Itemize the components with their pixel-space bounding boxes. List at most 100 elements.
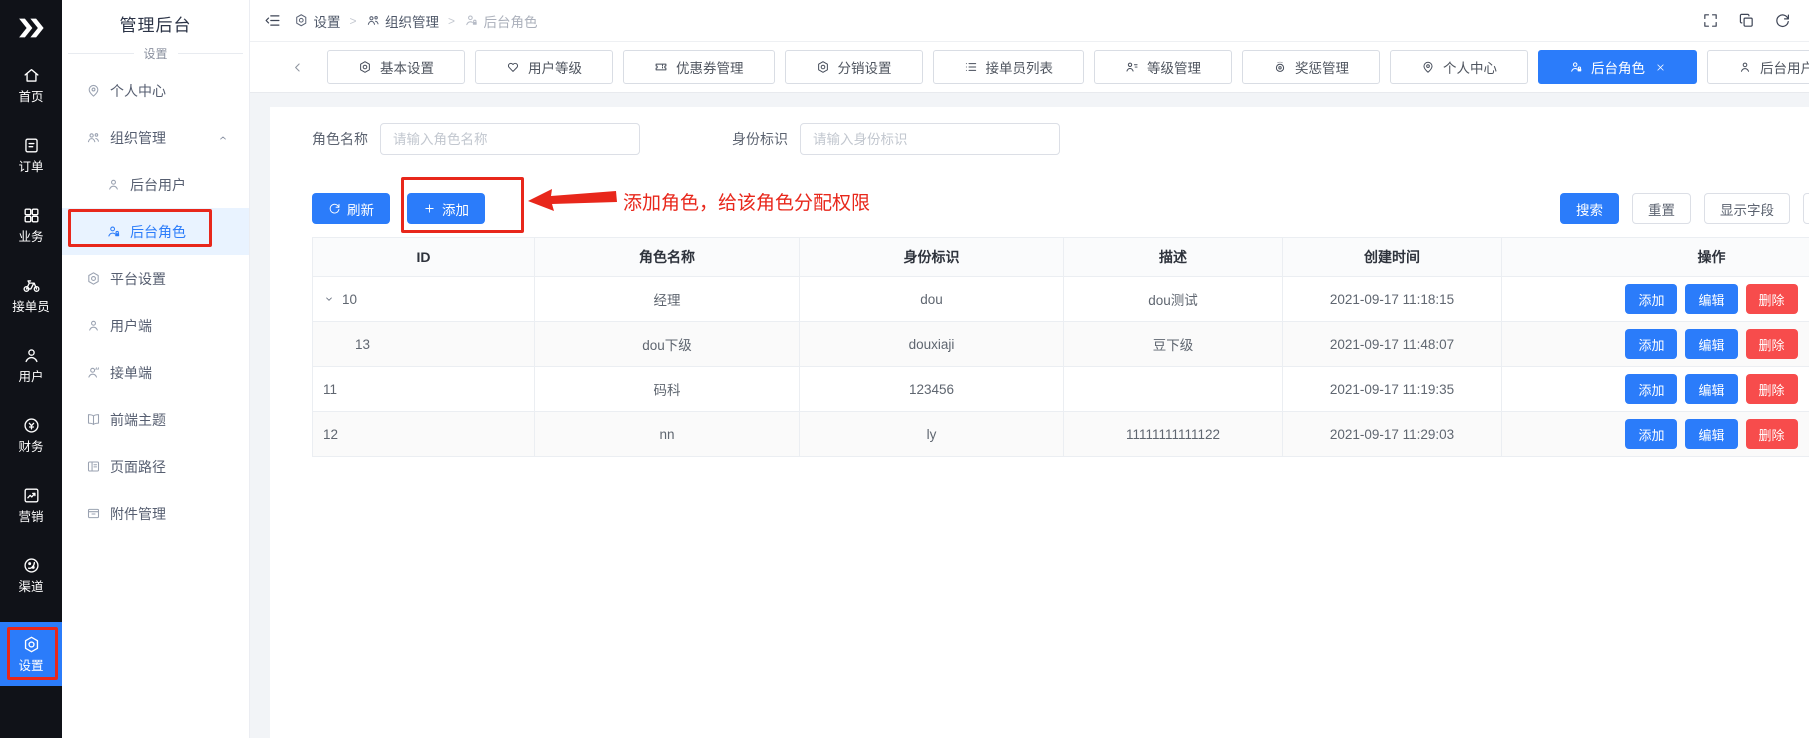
add-button[interactable]: 添加 — [407, 193, 485, 224]
sidebar-item-user-client[interactable]: 用户端 — [62, 302, 249, 349]
layout-icon — [86, 459, 101, 474]
sidebar-item-admin-roles[interactable]: 后台角色 — [62, 208, 249, 255]
row-id-value: 12 — [323, 427, 338, 442]
collapse-caret-icon[interactable] — [217, 132, 229, 144]
identity-input[interactable] — [800, 123, 1060, 155]
settings-icon — [358, 60, 372, 74]
rail-item-channels[interactable]: 渠道 — [0, 552, 62, 598]
rail-item-couriers[interactable]: 接单员 — [0, 272, 62, 318]
row-delete-button[interactable]: 删除 — [1746, 374, 1798, 404]
rail-item-finance[interactable]: 财务 — [0, 412, 62, 458]
breadcrumb-settings[interactable]: 设置 — [294, 11, 341, 31]
sidebar-item-attachments[interactable]: 附件管理 — [62, 490, 249, 537]
row-add-button[interactable]: 添加 — [1625, 419, 1677, 449]
archive-icon — [86, 506, 101, 521]
fullscreen-icon[interactable] — [1702, 12, 1719, 29]
nav-rail-items: 首页订单业务接单员用户财务营销渠道设置 — [0, 62, 62, 686]
cell-id: 12 — [313, 412, 535, 457]
pin-person-icon — [86, 83, 101, 98]
cell-created-at: 2021-09-17 11:48:07 — [1283, 322, 1502, 367]
breadcrumb-organization[interactable]: 组织管理 — [366, 11, 440, 31]
people-icon — [86, 130, 101, 145]
tab-reward-punishment[interactable]: 奖惩管理 — [1242, 50, 1380, 84]
rail-item-settings[interactable]: 设置 — [0, 622, 62, 686]
sidebar-item-platform-settings[interactable]: 平台设置 — [62, 255, 249, 302]
search-button[interactable]: 搜索 — [1560, 193, 1619, 224]
tab-user-levels[interactable]: 用户等级 — [475, 50, 613, 84]
reset-label: 重置 — [1648, 199, 1675, 219]
sidebar-item-profile[interactable]: 个人中心 — [62, 67, 249, 114]
tab-admin-users[interactable]: 后台用户 — [1707, 50, 1809, 84]
tab-bar: 基本设置用户等级优惠券管理 分销设置 接单员列表 等级管理 奖惩管理个人中心后台角色后台… — [250, 42, 1809, 93]
medal-icon — [1273, 60, 1287, 74]
rail-item-users[interactable]: 用户 — [0, 342, 62, 388]
search-actions: 搜索 重置 显示字段 — [1560, 193, 1809, 224]
row-delete-button[interactable]: 删除 — [1746, 284, 1798, 314]
sidebar-item-page-paths[interactable]: 页面路径 — [62, 443, 249, 490]
person-lock-icon — [106, 224, 121, 239]
cell-role-name: 经理 — [535, 277, 800, 322]
cell-identity: ly — [800, 412, 1064, 457]
rail-item-label: 订单 — [18, 161, 43, 174]
row-edit-button[interactable]: 编辑 — [1685, 419, 1737, 449]
row-expand-icon[interactable] — [323, 293, 335, 305]
sidebar-item-label: 页面路径 — [110, 457, 166, 477]
tabs-scroll-left-icon[interactable] — [290, 60, 305, 75]
tab-close-icon[interactable] — [1655, 62, 1666, 73]
cell-identity: douxiaji — [800, 322, 1064, 367]
sidebar-item-courier-client[interactable]: 接单端 — [62, 349, 249, 396]
plus-icon — [423, 202, 436, 215]
tab-admin-roles[interactable]: 后台角色 — [1538, 50, 1697, 84]
logo-icon — [16, 13, 46, 43]
tab-distribution-settings[interactable]: 分销设置 — [785, 50, 923, 84]
tab-profile[interactable]: 个人中心 — [1390, 50, 1528, 84]
tab-level-management[interactable]: 等级管理 — [1094, 50, 1232, 84]
row-edit-button[interactable]: 编辑 — [1685, 329, 1737, 359]
refresh-icon[interactable] — [1774, 12, 1791, 29]
sidebar-item-label: 接单端 — [110, 363, 152, 383]
row-delete-button[interactable]: 删除 — [1746, 419, 1798, 449]
rail-item-orders[interactable]: 订单 — [0, 132, 62, 178]
main-area: 设置>组织管理>后台角色 基本设置用户等级优惠券管理分销设置接单员列表等级管理奖… — [250, 0, 1809, 738]
reset-button[interactable]: 重置 — [1632, 193, 1691, 224]
roles-table: ID角色名称身份标识描述创建时间操作 10经理doudou测试2021-09-1… — [312, 237, 1809, 457]
person-quote-icon — [86, 365, 101, 380]
rail-item-home[interactable]: 首页 — [0, 62, 62, 108]
tab-courier-list[interactable]: 接单员列表 — [933, 50, 1085, 84]
list-icon — [964, 60, 978, 74]
rail-item-business[interactable]: 业务 — [0, 202, 62, 248]
rail-item-label: 设置 — [18, 660, 43, 673]
sidebar-item-admin-users[interactable]: 后台用户 — [62, 161, 249, 208]
table-row: 12nnly111111111111222021-09-17 11:29:03添… — [313, 412, 1809, 457]
role-name-input[interactable] — [380, 123, 640, 155]
person-lines-icon — [1125, 60, 1139, 74]
tab-label: 等级管理 — [1147, 57, 1201, 77]
sidebar-item-organization[interactable]: 组织管理 — [62, 114, 249, 161]
tab-coupon-management[interactable]: 优惠券管理 — [623, 50, 775, 84]
person-icon — [86, 318, 101, 333]
sidebar-item-frontend-theme[interactable]: 前端主题 — [62, 396, 249, 443]
sidebar-item-label: 前端主题 — [110, 410, 166, 430]
table-row: 10经理doudou测试2021-09-17 11:18:15添加编辑删除 — [313, 277, 1809, 322]
menu-fold-icon[interactable] — [264, 12, 281, 29]
row-edit-button[interactable]: 编辑 — [1685, 374, 1737, 404]
tags-icon[interactable] — [1738, 12, 1755, 29]
clipped-edge-button[interactable] — [1803, 193, 1809, 224]
row-add-button[interactable]: 添加 — [1625, 329, 1677, 359]
display-fields-button[interactable]: 显示字段 — [1704, 193, 1790, 224]
row-add-button[interactable]: 添加 — [1625, 374, 1677, 404]
row-edit-button[interactable]: 编辑 — [1685, 284, 1737, 314]
courier-icon — [22, 276, 41, 295]
refresh-button[interactable]: 刷新 — [312, 193, 390, 224]
cell-operations: 添加编辑删除 — [1502, 412, 1809, 457]
column-header: 描述 — [1064, 238, 1283, 277]
tab-label: 分销设置 — [838, 57, 892, 77]
tab-basic-settings[interactable]: 基本设置 — [327, 50, 465, 84]
row-delete-button[interactable]: 删除 — [1746, 329, 1798, 359]
app-logo[interactable] — [16, 8, 46, 48]
row-add-button[interactable]: 添加 — [1625, 284, 1677, 314]
rail-item-marketing[interactable]: 营销 — [0, 482, 62, 528]
search-label: 搜索 — [1576, 199, 1603, 219]
action-row: 刷新 添加 搜索 重置 显示字段 — [312, 193, 1809, 224]
cell-description — [1064, 367, 1283, 412]
